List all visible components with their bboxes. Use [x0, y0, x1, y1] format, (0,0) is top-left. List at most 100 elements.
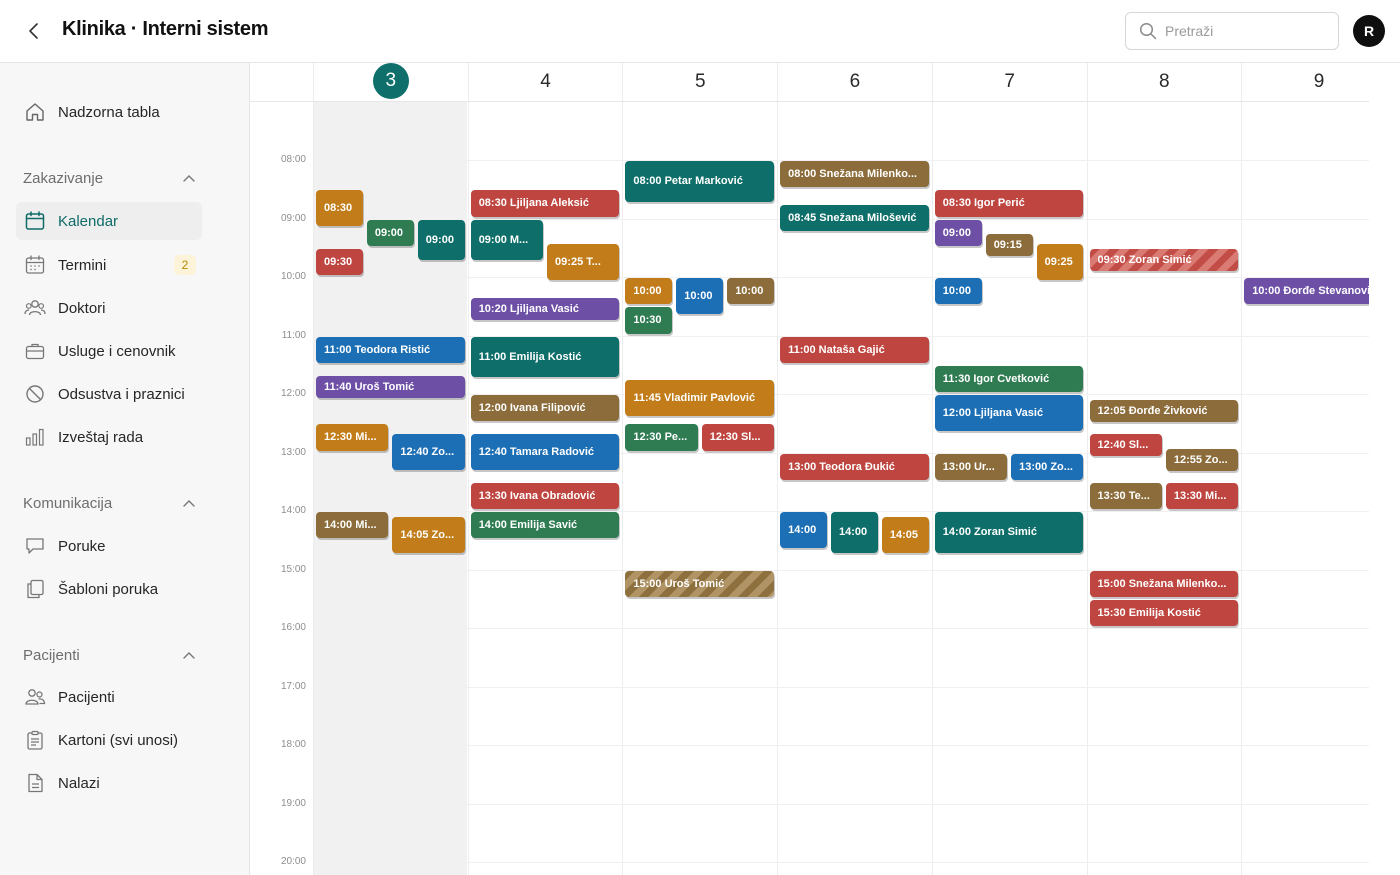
appointment-event[interactable]: 15:00 Snežana Milenko...: [1089, 570, 1239, 597]
appointment-event[interactable]: 14:00: [831, 512, 878, 553]
appointment-event[interactable]: 12:40 Tamara Radović: [470, 434, 620, 470]
appointment-event[interactable]: 13:00 Zo...: [1011, 453, 1084, 480]
appointment-label: 11:00 Nataša Gajić: [788, 343, 885, 356]
appointment-event[interactable]: 14:00 Zoran Simić: [934, 512, 1084, 553]
clipboard-icon: [24, 729, 46, 751]
appointment-event[interactable]: 12:00 Ivana Filipović: [470, 395, 620, 422]
sidebar-item-label: Doktori: [58, 299, 106, 317]
sidebar-item-doctors[interactable]: Doktori: [16, 289, 202, 327]
appointment-label: 09:00: [374, 226, 404, 239]
appointment-event[interactable]: 08:30: [316, 190, 363, 227]
appointment-event[interactable]: 10:30: [625, 307, 673, 334]
appointment-event[interactable]: 09:25 T...: [547, 243, 620, 280]
appointment-event[interactable]: 11:00 Nataša Gajić: [780, 336, 929, 363]
appointment-event[interactable]: 15:30 Emilija Kostić: [1089, 599, 1239, 626]
sidebar-item-patients[interactable]: Pacijenti: [16, 678, 202, 716]
appointment-event[interactable]: 11:40 Uroš Tomić: [316, 375, 465, 398]
appointment-event[interactable]: 08:00 Snežana Milenko...: [780, 161, 929, 188]
appointment-event[interactable]: 10:00: [934, 278, 982, 305]
time-label: 14:00: [280, 505, 306, 516]
sidebar-item-dashboard[interactable]: Nadzorna tabla: [16, 93, 202, 131]
appointment-event[interactable]: 11:00 Emilija Kostić: [470, 336, 620, 378]
appointment-event[interactable]: 12:05 Đorđe Živković: [1089, 399, 1239, 422]
section-communication-toggle[interactable]: Komunikacija: [23, 492, 195, 514]
appointment-label: 09:30 Zoran Simić: [1097, 253, 1192, 266]
appointment-event[interactable]: 10:00: [727, 278, 775, 305]
appointment-event[interactable]: 13:00 Ur...: [934, 453, 1008, 480]
appointment-event[interactable]: 12:55 Zo...: [1165, 448, 1239, 471]
sidebar-item-results[interactable]: Nalazi: [16, 764, 202, 802]
sidebar-item-messages[interactable]: Poruke: [16, 527, 202, 565]
search-box[interactable]: [1125, 12, 1339, 50]
appointment-event[interactable]: 10:00: [676, 278, 724, 314]
appointment-label: 08:30 Ljiljana Aleksić: [478, 197, 589, 210]
sidebar-item-services[interactable]: Usluge i cenovnik: [16, 332, 202, 370]
users-icon: [24, 686, 46, 708]
appointment-event[interactable]: 10:20 Ljiljana Vasić: [470, 297, 620, 320]
appointment-event[interactable]: 13:00 Teodora Đukić: [780, 453, 929, 480]
appointment-event[interactable]: 09:25: [1036, 243, 1084, 280]
day-header-3[interactable]: 3: [313, 63, 468, 101]
appointment-label: 15:00 Snežana Milenko...: [1097, 577, 1227, 590]
top-bar: Klinika · Interni sistem R: [0, 0, 1400, 63]
appointment-event[interactable]: 14:00: [780, 512, 827, 548]
appointment-event[interactable]: 14:00 Mi...: [316, 512, 389, 539]
day-header-8[interactable]: 8: [1086, 63, 1242, 101]
appointment-event[interactable]: 13:30 Ivana Obradović: [470, 482, 620, 509]
appointment-event[interactable]: 09:00: [417, 219, 465, 261]
appointment-label: 09:15: [993, 239, 1022, 252]
avatar[interactable]: R: [1353, 15, 1385, 47]
appointment-event[interactable]: 08:30 Ljiljana Aleksić: [470, 190, 620, 217]
appointment-event[interactable]: 12:30 Pe...: [625, 424, 698, 451]
section-scheduling-toggle[interactable]: Zakazivanje: [23, 167, 195, 189]
appointment-label: 11:40 Uroš Tomić: [324, 380, 415, 393]
appointment-event[interactable]: 08:45 Snežana Milošević: [780, 204, 929, 232]
appointment-event[interactable]: 14:05 Zo...: [392, 516, 465, 553]
appointment-event[interactable]: 11:00 Teodora Ristić: [316, 336, 465, 363]
appointment-event[interactable]: 08:00 Petar Marković: [625, 161, 775, 202]
appointment-event[interactable]: 14:05: [881, 516, 929, 553]
appointment-event[interactable]: 11:45 Vladimir Pavlović: [625, 380, 775, 417]
document-icon: [24, 772, 46, 794]
appointment-label: 12:40 Zo...: [400, 446, 455, 458]
appointment-event[interactable]: 09:00: [366, 219, 414, 246]
appointment-event[interactable]: 08:30 Igor Perić: [934, 190, 1084, 217]
appointment-event[interactable]: 12:40 Sl...: [1089, 434, 1162, 456]
appointment-event[interactable]: 12:30 Sl...: [701, 424, 775, 451]
appointment-event[interactable]: 09:00 M...: [470, 219, 544, 261]
day-header-5[interactable]: 5: [622, 63, 777, 101]
appointment-label: 14:05 Zo...: [400, 528, 455, 541]
section-patients-toggle[interactable]: Pacijenti: [23, 644, 195, 666]
sidebar-item-calendar[interactable]: Kalendar: [16, 202, 202, 240]
appointment-event[interactable]: 09:30: [316, 248, 363, 275]
appointment-event[interactable]: 09:15: [985, 234, 1033, 257]
appointment-event[interactable]: 10:00: [625, 278, 673, 305]
back-button[interactable]: [22, 18, 46, 44]
day-header-6[interactable]: 6: [777, 63, 932, 101]
appointment-event[interactable]: 13:30 Te...: [1089, 482, 1162, 509]
appointment-event[interactable]: 09:00: [934, 219, 982, 246]
appointment-label: 12:00 Ljiljana Vasić: [942, 407, 1044, 419]
appointment-event[interactable]: 14:00 Emilija Savić: [470, 512, 620, 539]
sidebar-item-absences[interactable]: Odsustva i praznici: [16, 375, 202, 413]
time-label: 18:00: [280, 739, 306, 750]
appointment-event[interactable]: 11:30 Igor Cvetković: [934, 365, 1084, 392]
appointment-label: 14:00 Emilija Savić: [478, 519, 578, 532]
time-label: 15:00: [280, 563, 306, 575]
day-header-7[interactable]: 7: [931, 63, 1087, 101]
sidebar-item-appointments[interactable]: Termini 2: [16, 246, 202, 284]
sidebar-item-work-report[interactable]: Izveštaj rada: [16, 418, 202, 456]
appointment-event[interactable]: 09:30 Zoran Simić: [1089, 248, 1239, 271]
day-header-4[interactable]: 4: [467, 63, 623, 101]
appointment-event[interactable]: 12:00 Ljiljana Vasić: [934, 395, 1084, 431]
sidebar-item-records[interactable]: Kartoni (svi unosi): [16, 721, 202, 759]
appointment-event[interactable]: 12:30 Mi...: [316, 424, 389, 451]
appointment-event[interactable]: 12:40 Zo...: [392, 434, 465, 470]
time-label: 09:00: [280, 212, 306, 224]
appointment-label: 12:40 Sl...: [1097, 439, 1149, 451]
sidebar-item-templates[interactable]: Šabloni poruka: [16, 570, 202, 608]
appointment-label: 14:00 Zoran Simić: [942, 526, 1037, 539]
search-input[interactable]: [1165, 23, 1325, 39]
appointment-event[interactable]: 13:30 Mi...: [1165, 482, 1239, 509]
appointment-event[interactable]: 15:00 Uroš Tomić: [625, 570, 775, 597]
